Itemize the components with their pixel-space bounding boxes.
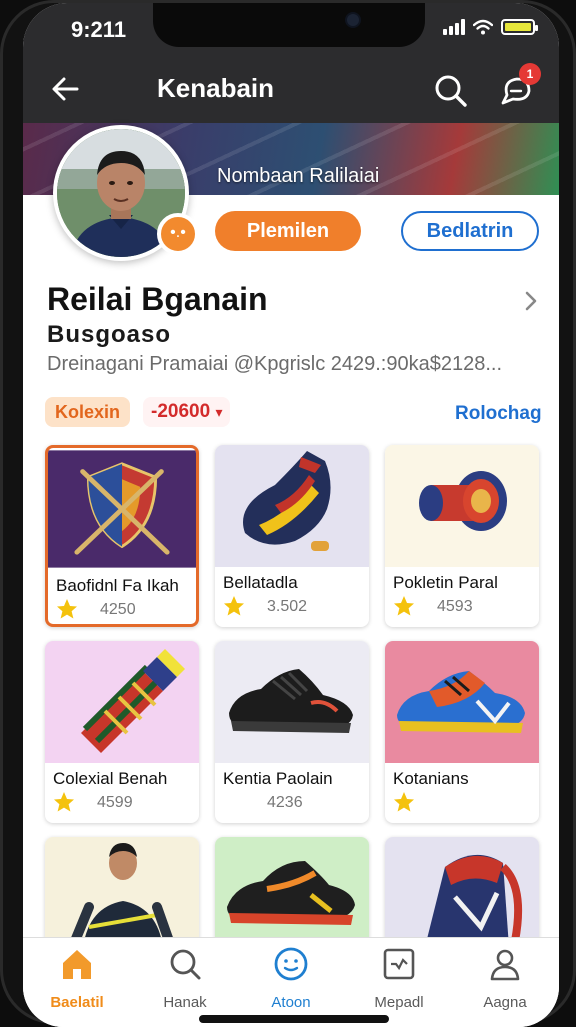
- back-arrow-icon[interactable]: [47, 71, 83, 107]
- product-name: Baofidnl Fa Ikah: [56, 576, 179, 595]
- secondary-action-button[interactable]: Bedlatrin: [401, 211, 539, 251]
- product-card[interactable]: [215, 837, 369, 947]
- nav-item-search[interactable]: Hanak: [135, 946, 235, 1016]
- product-rating: 4599: [97, 794, 133, 811]
- nav-label: Aagna: [483, 994, 527, 1011]
- person-icon: [490, 949, 520, 981]
- nav-item-action[interactable]: Atoon: [241, 946, 341, 1016]
- product-rating: 4236: [267, 794, 303, 811]
- avatar-edit-badge[interactable]: •.•: [157, 213, 199, 255]
- sneaker-icon: [215, 641, 369, 763]
- home-icon: [63, 950, 91, 979]
- product-name: Kotanians: [393, 769, 469, 788]
- nav-item-messages[interactable]: Mepadl: [349, 946, 449, 1016]
- battery-icon: [501, 19, 538, 35]
- running-shoe-icon: [385, 641, 539, 763]
- nav-label: Mepadl: [374, 994, 424, 1011]
- search-icon[interactable]: [431, 71, 471, 111]
- star-icon: [394, 596, 414, 616]
- product-rating: 4250: [100, 601, 136, 618]
- inbox-icon: [383, 948, 415, 980]
- notification-button[interactable]: 1: [495, 63, 541, 113]
- status-time: 9:211: [71, 17, 127, 42]
- product-image: [385, 445, 539, 567]
- product-name: Kentia Paolain: [223, 769, 333, 788]
- backpack-icon: [385, 837, 539, 947]
- price-chip[interactable]: -20600 ▾: [143, 397, 231, 427]
- star-icon: [54, 792, 74, 812]
- app-screen: 9:211 Kenabain 1 Nombaan Ralilaiai •.• P…: [23, 3, 559, 1027]
- right-link[interactable]: Rolochag: [455, 403, 542, 425]
- nav-item-home[interactable]: Baelatil: [27, 946, 127, 1016]
- product-name: Bellatadla: [223, 573, 298, 592]
- product-card[interactable]: Kotanians: [385, 641, 539, 823]
- product-card[interactable]: Kentia Paolain 4236: [215, 641, 369, 823]
- banner-text: Nombaan Ralilaiai: [217, 165, 380, 187]
- page-title: Kenabain: [157, 73, 275, 103]
- nav-item-profile[interactable]: Aagna: [455, 946, 555, 1016]
- product-name: Pokletin Paral: [393, 573, 498, 592]
- bottom-navigation: Baelatil Hanak Atoon Mepadl Aagna: [23, 937, 559, 1027]
- product-name: Colexial Benah: [53, 769, 168, 788]
- wifi-icon: [473, 19, 493, 35]
- product-image: [45, 641, 199, 763]
- player-photo: [45, 837, 199, 947]
- device-notch: [153, 3, 425, 47]
- search-icon: [170, 949, 201, 980]
- product-rating: 3.502: [267, 598, 308, 615]
- shield-crossed-icon: [48, 450, 196, 568]
- price-arrow-icon: ▾: [215, 404, 223, 420]
- profile-meta: Dreinagani Pramaiai @Kpgrislc 2429.:90ka…: [47, 353, 503, 375]
- camera-icon: [345, 12, 361, 28]
- nav-label: Atoon: [271, 994, 311, 1011]
- wrapped-bundle-icon: [45, 641, 199, 763]
- product-card[interactable]: Bellatadla 3.502: [215, 445, 369, 627]
- home-indicator: [199, 1015, 389, 1023]
- primary-action-button[interactable]: Plemilen: [215, 211, 361, 251]
- nav-label: Hanak: [163, 994, 207, 1011]
- product-card[interactable]: [45, 837, 199, 947]
- chevron-right-icon[interactable]: [521, 289, 541, 313]
- star-icon: [224, 596, 244, 616]
- shoe-icon: [215, 445, 369, 567]
- product-card[interactable]: Pokletin Paral 4593: [385, 445, 539, 627]
- roll-icon: [385, 445, 539, 567]
- product-card[interactable]: Baofidnl Fa Ikah 4250: [45, 445, 199, 627]
- collection-chip[interactable]: Kolexin: [45, 397, 131, 427]
- product-image: [48, 448, 196, 570]
- product-image: [215, 445, 369, 567]
- notification-badge: 1: [519, 63, 541, 85]
- product-image: [385, 641, 539, 763]
- profile-handle: Busgoaso: [47, 321, 172, 348]
- smile-circle-icon: [274, 947, 308, 981]
- star-icon: [57, 599, 77, 619]
- cleat-icon: [215, 837, 369, 947]
- price-value: -20600: [151, 401, 211, 422]
- product-image: [215, 641, 369, 763]
- status-icons: [443, 19, 538, 35]
- product-rating: 4593: [437, 598, 473, 615]
- phone-frame: 9:211 Kenabain 1 Nombaan Ralilaiai •.• P…: [0, 0, 576, 1027]
- nav-label: Baelatil: [50, 994, 104, 1011]
- signal-icon: [443, 19, 465, 35]
- product-card[interactable]: Colexial Benah 4599: [45, 641, 199, 823]
- product-card[interactable]: [385, 837, 539, 947]
- profile-name: Reilai Bganain: [47, 281, 268, 317]
- star-icon: [394, 792, 414, 812]
